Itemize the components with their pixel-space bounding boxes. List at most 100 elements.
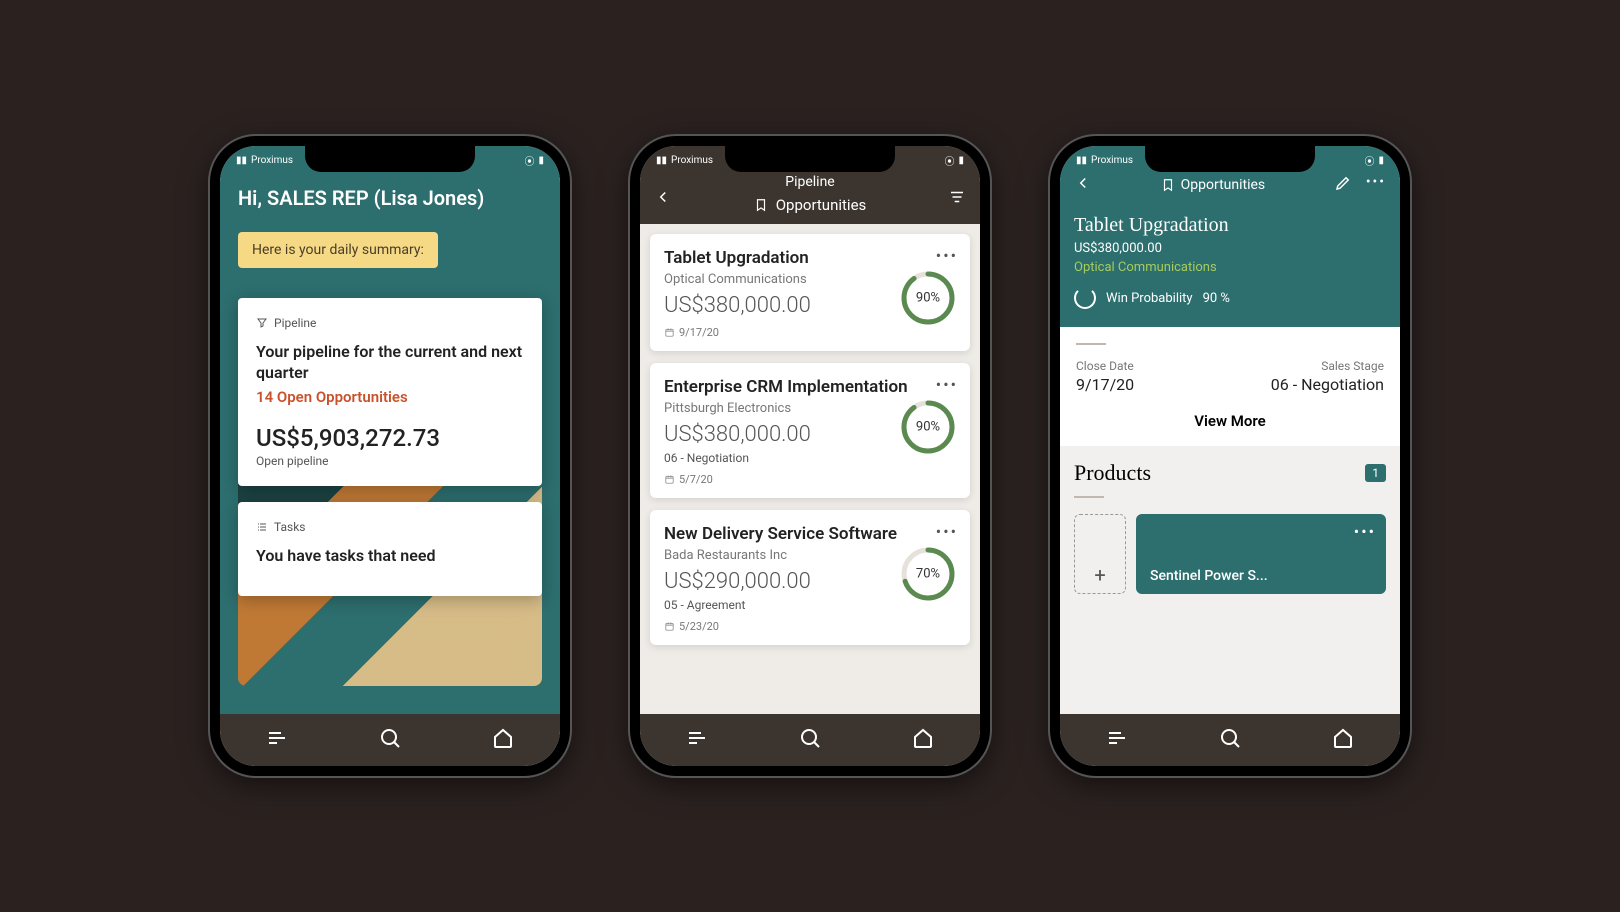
sales-stage-label: Sales Stage [1321,359,1384,373]
calendar-icon [664,621,675,632]
carrier-label: Proximus [671,155,713,166]
back-button[interactable] [1074,174,1092,196]
opportunity-card[interactable]: ••• New Delivery Service Software Bada R… [650,510,970,645]
notch [725,146,895,172]
close-date-value: 9/17/20 [1076,375,1134,394]
search-icon [1218,726,1242,750]
menu-button[interactable] [1105,726,1129,754]
opportunity-name: Tablet Upgradation [664,248,956,268]
opportunity-date: 9/17/20 [664,326,956,339]
opportunity-card[interactable]: ••• Enterprise CRM Implementation Pittsb… [650,363,970,498]
pipeline-card-title: Your pipeline for the current and next q… [256,342,524,384]
close-date-label: Close Date [1076,359,1134,373]
win-probability-value: 90% [916,291,940,306]
win-probability-ring: 90% [900,399,956,455]
card-more-button[interactable]: ••• [936,522,958,541]
carrier-label: Proximus [251,155,293,166]
win-probability-ring: 70% [900,546,956,602]
open-pipeline-label: Open pipeline [256,454,524,468]
product-card[interactable]: ••• Sentinel Power S... [1136,514,1386,594]
more-button[interactable]: ••• [1366,174,1386,196]
plus-icon: + [1094,563,1105,587]
tasks-card-title: You have tasks that need [256,546,524,567]
view-more-button[interactable]: View More [1076,412,1384,430]
opportunity-name: Enterprise CRM Implementation [664,377,956,397]
filter-lines-icon [948,188,966,206]
chevron-left-icon [654,188,672,206]
win-probability-ring: 90% [900,270,956,326]
home-button[interactable] [491,726,515,754]
search-icon [378,726,402,750]
phone-home: ▮▮Proximus ⦿▮ Hi, SALES REP (Lisa Jones)… [210,136,570,776]
pipeline-summary-card[interactable]: Pipeline Your pipeline for the current a… [238,298,542,486]
opportunities-list[interactable]: ••• Tablet Upgradation Optical Communica… [640,224,980,766]
home-button[interactable] [1331,726,1355,754]
home-button[interactable] [911,726,935,754]
bottom-nav [220,714,560,766]
open-pipeline-amount: US$5,903,272.73 [256,424,524,452]
menu-button[interactable] [265,726,289,754]
section-underline [1074,496,1104,498]
product-more-button[interactable]: ••• [1354,522,1376,541]
products-heading: Products [1074,460,1151,486]
edit-button[interactable] [1334,174,1352,196]
win-probability-value: 70% [916,567,940,582]
chip-label: Pipeline [274,316,316,330]
detail-header: Opportunities ••• Tablet Upgradation US$… [1060,146,1400,327]
card-chip: Pipeline [256,316,524,330]
search-button[interactable] [378,726,402,754]
notch [305,146,475,172]
bluetooth-icon: ⦿ [944,153,954,168]
opportunity-amount: US$380,000.00 [1074,241,1386,256]
card-chip: Tasks [256,520,524,534]
signal-icon: ▮▮ [236,155,247,166]
card-more-button[interactable]: ••• [936,246,958,265]
tasks-summary-card[interactable]: Tasks You have tasks that need [238,502,542,597]
pencil-icon [1334,174,1352,192]
calendar-icon [664,474,675,485]
search-button[interactable] [798,726,822,754]
menu-icon [685,726,709,750]
search-icon [798,726,822,750]
greeting-text: Hi, SALES REP (Lisa Jones) [238,186,542,210]
filter-icon [256,317,268,329]
signal-icon: ▮▮ [1076,155,1087,166]
card-more-button[interactable]: ••• [936,375,958,394]
calendar-icon [664,327,675,338]
win-probability-label: Win Probability [1106,291,1193,306]
opportunity-company: Optical Communications [1074,260,1386,275]
menu-icon [265,726,289,750]
bookmark-icon [754,198,768,212]
header-pipeline-label: Pipeline [654,174,966,190]
win-probability-value: 90% [916,420,940,435]
filter-button[interactable] [948,188,966,210]
daily-summary-pill: Here is your daily summary: [238,232,438,268]
opportunity-date: 5/23/20 [664,620,956,633]
header-opportunities-label: Opportunities [776,196,867,214]
battery-icon: ▮ [1378,155,1384,166]
home-icon [1331,726,1355,750]
win-probability-value: 90 % [1203,291,1230,306]
menu-icon [1105,726,1129,750]
add-product-button[interactable]: + [1074,514,1126,594]
notch [1145,146,1315,172]
back-button[interactable] [654,188,672,210]
products-count-badge: 1 [1365,464,1386,482]
signal-icon: ▮▮ [656,155,667,166]
search-button[interactable] [1218,726,1242,754]
opportunity-name: New Delivery Service Software [664,524,956,544]
checklist-icon [256,521,268,533]
battery-icon: ▮ [538,155,544,166]
opportunity-card[interactable]: ••• Tablet Upgradation Optical Communica… [650,234,970,351]
section-underline [1076,343,1106,345]
open-opportunities-count: 14 Open Opportunities [256,388,524,406]
header-opportunities-label: Opportunities [1181,177,1266,193]
opportunity-date: 5/7/20 [664,473,956,486]
phone-opportunities-list: ▮▮Proximus ⦿▮ Pipeline Opportunities •••… [630,136,990,776]
menu-button[interactable] [685,726,709,754]
bookmark-icon [1161,178,1175,192]
opportunity-name: Tablet Upgradation [1074,214,1386,237]
phone-opportunity-detail: ▮▮Proximus ⦿▮ Opportunities ••• Tablet U… [1050,136,1410,776]
bottom-nav [640,714,980,766]
home-icon [491,726,515,750]
